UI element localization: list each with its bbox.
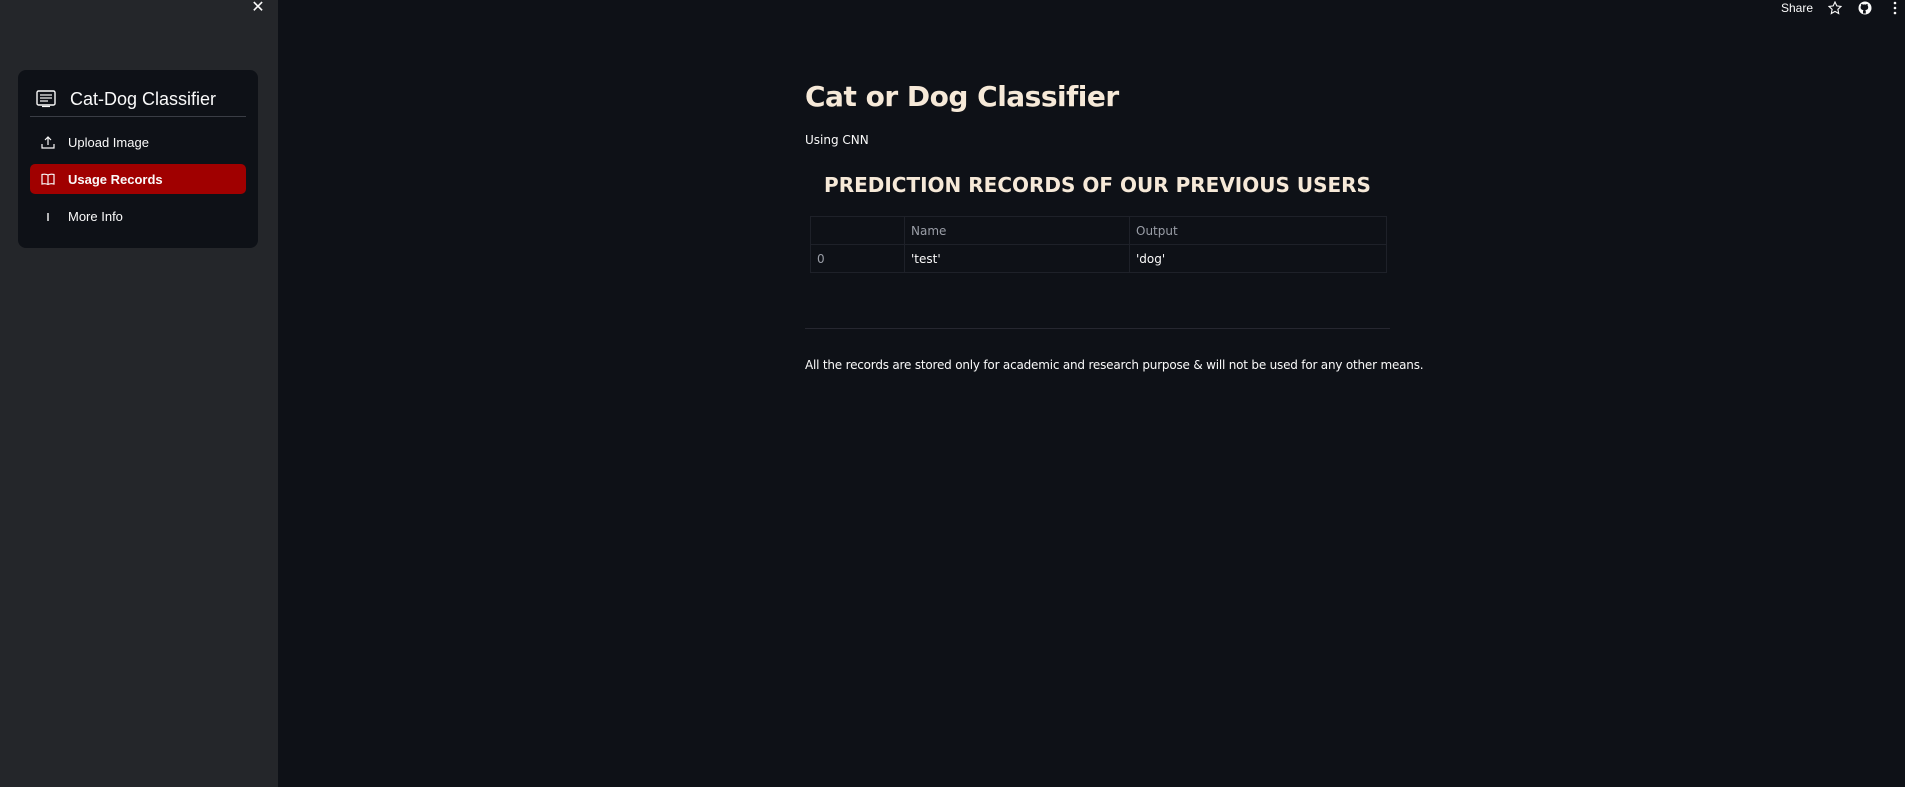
page-title: Cat or Dog Classifier bbox=[805, 80, 1119, 113]
section-title: PREDICTION RECORDS OF OUR PREVIOUS USERS bbox=[824, 173, 1371, 197]
menu-item-more-info[interactable]: More Info bbox=[30, 201, 246, 231]
divider bbox=[805, 328, 1390, 329]
menu-item-upload-image[interactable]: Upload Image bbox=[30, 127, 246, 157]
info-icon bbox=[40, 208, 56, 224]
menu-item-label: Usage Records bbox=[68, 171, 163, 187]
book-icon bbox=[40, 171, 56, 187]
table-header-row: Name Output bbox=[810, 216, 1387, 245]
upload-icon bbox=[40, 134, 56, 150]
table-cell-output: 'dog' bbox=[1129, 244, 1387, 273]
page-subtitle: Using CNN bbox=[805, 133, 869, 147]
menu-item-usage-records[interactable]: Usage Records bbox=[30, 164, 246, 194]
table-header-index bbox=[810, 216, 905, 245]
menu-header: Cat-Dog Classifier bbox=[30, 82, 246, 117]
star-icon[interactable] bbox=[1827, 0, 1843, 16]
table-row: 0 'test' 'dog' bbox=[810, 244, 1387, 273]
top-toolbar: Share bbox=[1781, 0, 1905, 16]
footnote: All the records are stored only for acad… bbox=[805, 358, 1424, 372]
github-icon[interactable] bbox=[1857, 0, 1873, 16]
menu-item-label: More Info bbox=[68, 208, 123, 224]
menu-item-label: Upload Image bbox=[68, 134, 149, 150]
records-table[interactable]: Name Output 0 'test' 'dog' bbox=[810, 216, 1387, 273]
table-cell-name: 'test' bbox=[904, 244, 1130, 273]
table-header-output[interactable]: Output bbox=[1129, 216, 1387, 245]
menu-title: Cat-Dog Classifier bbox=[70, 88, 217, 109]
table-header-name[interactable]: Name bbox=[904, 216, 1130, 245]
share-button[interactable]: Share bbox=[1781, 1, 1813, 15]
table-cell-index: 0 bbox=[810, 244, 905, 273]
menu-app-icon bbox=[36, 90, 58, 108]
sidebar: ✕ Cat-Dog Classifier Upload Image Usage … bbox=[0, 0, 278, 787]
nav-menu: Cat-Dog Classifier Upload Image Usage Re… bbox=[18, 70, 258, 248]
more-options-icon[interactable] bbox=[1887, 0, 1903, 16]
close-sidebar-button[interactable]: ✕ bbox=[250, 0, 266, 16]
